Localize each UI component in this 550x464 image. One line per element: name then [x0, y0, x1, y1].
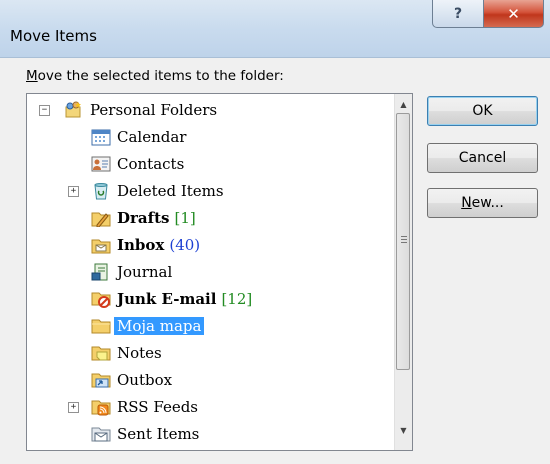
- tree-item-label: Personal Folders: [90, 101, 218, 119]
- tree-item-calendar[interactable]: Calendar: [91, 124, 186, 150]
- new-access-key: N: [461, 195, 472, 211]
- new-folder-button[interactable]: New...: [427, 188, 538, 218]
- tree-item-sent-items[interactable]: Sent Items: [91, 421, 199, 447]
- tree-item-label: Deleted Items: [117, 182, 224, 200]
- close-button[interactable]: ✕: [483, 0, 544, 28]
- folder-prompt-label: Move the selected items to the folder:: [26, 68, 284, 84]
- scroll-up-arrow-icon[interactable]: ▲: [395, 96, 412, 113]
- journal-icon: [91, 263, 111, 281]
- tree-item-label: RSS Feeds: [117, 398, 198, 416]
- prompt-access-key: M: [26, 68, 38, 84]
- scroll-down-arrow-icon[interactable]: ▼: [395, 422, 412, 439]
- folder-icon: [91, 317, 111, 335]
- tree-item-journal[interactable]: Journal: [91, 259, 172, 285]
- expand-icon[interactable]: +: [68, 402, 79, 413]
- new-button-label: ew...: [471, 195, 504, 211]
- window-title: Move Items: [10, 27, 97, 45]
- deleted-items-icon: [91, 182, 111, 200]
- notes-icon: [91, 344, 111, 362]
- tree-item-rss-feeds[interactable]: + RSS Feeds: [27, 394, 198, 420]
- expand-icon[interactable]: +: [68, 186, 79, 197]
- folder-tree[interactable]: − Personal Folders Calendar Contacts + D…: [26, 93, 413, 451]
- close-icon: ✕: [507, 4, 520, 23]
- tree-item-outbox[interactable]: Outbox: [91, 367, 172, 393]
- tree-item-label: Notes: [117, 344, 162, 362]
- tree-item-label: Moja mapa: [114, 317, 205, 335]
- tree-item-label: Junk E-mail: [117, 290, 217, 308]
- tree-item-label: Sent Items: [117, 425, 200, 443]
- junk-email-icon: [91, 290, 111, 308]
- contacts-icon: [91, 155, 111, 173]
- prompt-text: ove the selected items to the folder:: [37, 68, 284, 84]
- unread-count: [12]: [221, 290, 253, 308]
- drafts-icon: [91, 209, 111, 228]
- tree-item-notes[interactable]: Notes: [91, 340, 162, 366]
- scrollbar-grip-icon: [401, 236, 407, 245]
- tree-root-personal-folders[interactable]: − Personal Folders: [27, 97, 217, 123]
- tree-item-label: Journal: [117, 263, 173, 281]
- scrollbar-thumb[interactable]: [396, 113, 410, 370]
- tree-item-label: Outbox: [117, 371, 173, 389]
- cancel-button[interactable]: Cancel: [427, 143, 538, 173]
- tree-item-drafts[interactable]: Drafts [1]: [91, 205, 196, 231]
- inbox-icon: [91, 236, 111, 254]
- tree-item-junk-email[interactable]: Junk E-mail [12]: [91, 286, 252, 312]
- tree-item-inbox[interactable]: Inbox (40): [91, 232, 200, 258]
- tree-item-label: Calendar: [117, 128, 187, 146]
- help-icon: ?: [453, 5, 463, 22]
- rss-feeds-icon: [91, 398, 111, 416]
- tree-item-label: Inbox: [117, 236, 165, 254]
- tree-item-label: Drafts: [117, 209, 170, 227]
- vertical-scrollbar[interactable]: ▲ ▼: [394, 94, 412, 450]
- unread-count: [1]: [174, 209, 196, 227]
- personal-folders-icon: [64, 101, 84, 119]
- tree-item-contacts[interactable]: Contacts: [91, 151, 184, 177]
- tree-item-deleted-items[interactable]: + Deleted Items: [27, 178, 224, 204]
- outbox-icon: [91, 371, 111, 389]
- title-bar[interactable]: Move Items ? ✕: [0, 0, 550, 58]
- help-button[interactable]: ?: [432, 0, 484, 28]
- calendar-icon: [91, 128, 111, 146]
- sent-items-icon: [91, 425, 111, 443]
- tree-item-label: Contacts: [117, 155, 185, 173]
- ok-button[interactable]: OK: [427, 96, 538, 126]
- unread-count: (40): [169, 236, 201, 254]
- tree-item-moja-mapa[interactable]: Moja mapa: [91, 313, 205, 339]
- collapse-icon[interactable]: −: [39, 105, 50, 116]
